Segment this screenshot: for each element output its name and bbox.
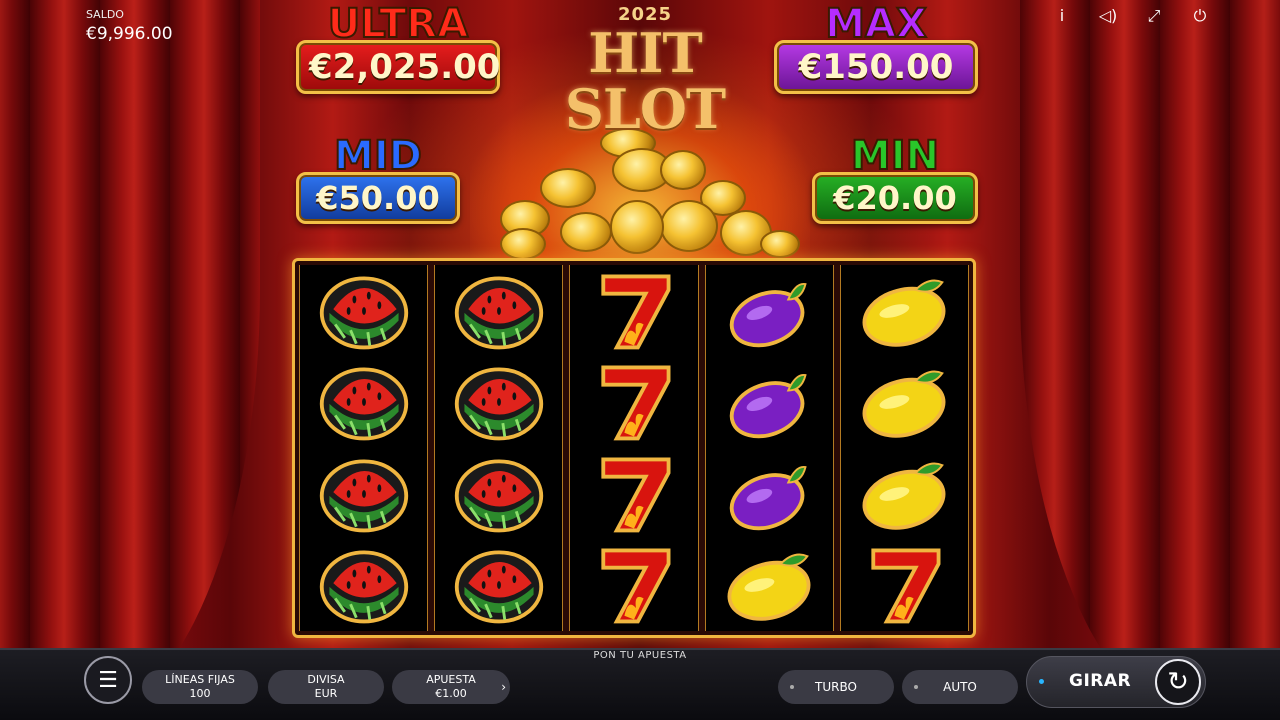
currency-label: DIVISA [307, 673, 345, 686]
turbo-indicator [790, 685, 794, 689]
watermelon-icon [449, 268, 549, 354]
reel-3 [569, 265, 699, 631]
spin-refresh-icon[interactable]: ↻ [1155, 659, 1201, 705]
logo-name: HIT SLOT [564, 21, 726, 141]
auto-toggle[interactable]: AUTO [902, 670, 1018, 704]
currency-value: EUR [314, 687, 338, 700]
seven-icon [584, 542, 684, 628]
watermelon-icon [314, 451, 414, 537]
bet-value: €1.00 [435, 687, 467, 700]
chevron-right-icon: › [501, 680, 506, 694]
reel-grid [292, 258, 976, 638]
jackpot-ultra-title: ULTRA [327, 1, 469, 47]
jackpot-max: MAX €150.00 [774, 1, 978, 94]
hamburger-icon: ☰ [98, 667, 118, 693]
info-icon[interactable]: i [1052, 6, 1072, 26]
lemon-icon [854, 268, 954, 354]
jackpot-min: MIN €20.00 [812, 133, 978, 224]
lemon-icon [854, 451, 954, 537]
jackpot-min-title: MIN [850, 133, 940, 179]
reel-5 [839, 265, 970, 631]
reel-2 [434, 265, 564, 631]
seven-icon [584, 268, 684, 354]
jackpot-max-amount: €150.00 [774, 40, 978, 94]
currency-selector[interactable]: DIVISA EUR [268, 670, 384, 704]
jackpot-mid-title: MID [333, 133, 423, 179]
lines-selector[interactable]: LÍNEAS FIJAS 100 [142, 670, 258, 704]
jackpot-min-amount: €20.00 [812, 172, 978, 224]
menu-button[interactable]: ☰ [84, 656, 132, 704]
fullscreen-icon[interactable]: ⤢ [1144, 6, 1164, 26]
auto-label: AUTO [943, 680, 977, 694]
plum-icon [719, 451, 819, 537]
lines-label: LÍNEAS FIJAS [165, 673, 235, 686]
top-toolbar: i ◁) ⤢ ⏻ [1052, 6, 1210, 26]
game-stage: SALDO €9,996.00 i ◁) ⤢ ⏻ 2025 HIT SLOT U… [0, 0, 1280, 720]
game-logo: 2025 HIT SLOT [520, 4, 770, 137]
turbo-toggle[interactable]: TURBO [778, 670, 894, 704]
curtain-right [1020, 0, 1280, 720]
jackpot-ultra: ULTRA €2,025.00 [296, 1, 500, 94]
spin-label: GIRAR [1069, 671, 1132, 691]
reel-1 [299, 265, 429, 631]
watermelon-icon [314, 542, 414, 628]
watermelon-icon [314, 359, 414, 445]
balance-label: SALDO [86, 8, 124, 21]
spin-button[interactable]: GIRAR ↻ [1026, 656, 1206, 708]
lines-value: 100 [189, 687, 211, 700]
curtain-left [0, 0, 260, 720]
lemon-icon [854, 359, 954, 445]
plum-icon [719, 359, 819, 445]
balance-value: €9,996.00 [86, 24, 173, 44]
jackpot-ultra-amount: €2,025.00 [296, 40, 500, 94]
seven-icon [854, 542, 954, 628]
turbo-label: TURBO [815, 680, 857, 694]
sound-icon[interactable]: ◁) [1098, 6, 1118, 26]
watermelon-icon [449, 542, 549, 628]
power-icon[interactable]: ⏻ [1190, 6, 1210, 26]
bet-label: APUESTA [426, 673, 476, 686]
watermelon-icon [314, 268, 414, 354]
seven-icon [584, 359, 684, 445]
auto-indicator [914, 685, 918, 689]
jackpot-mid-amount: €50.00 [296, 172, 460, 224]
seven-icon [584, 451, 684, 537]
watermelon-icon [449, 451, 549, 537]
jackpot-max-title: MAX [824, 1, 928, 47]
reel-4 [704, 265, 834, 631]
watermelon-icon [449, 359, 549, 445]
plum-icon [719, 268, 819, 354]
balance-display: SALDO €9,996.00 [86, 8, 173, 44]
spin-indicator [1039, 679, 1044, 684]
bet-selector[interactable]: APUESTA €1.00 › [392, 670, 510, 704]
lemon-icon [719, 542, 819, 628]
jackpot-mid: MID €50.00 [296, 133, 460, 224]
